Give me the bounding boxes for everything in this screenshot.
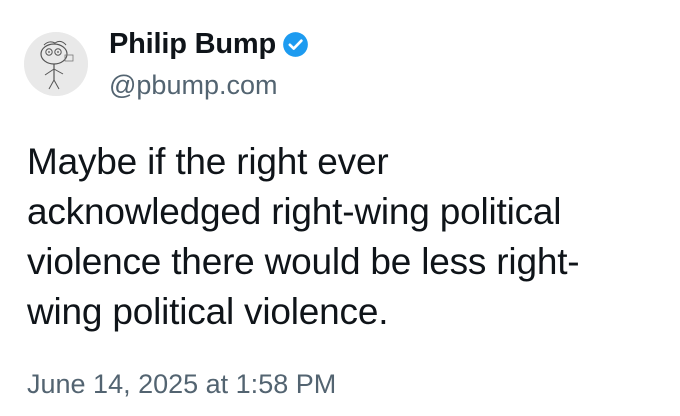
verified-badge-icon — [282, 31, 309, 58]
post-text-line: acknowledged right-wing political — [27, 191, 562, 232]
author-display-name[interactable]: Philip Bump — [109, 28, 276, 61]
author-handle[interactable]: @pbump.com — [109, 70, 277, 101]
post-text-line: Maybe if the right ever — [27, 141, 389, 182]
post-timestamp[interactable]: June 14, 2025 at 1:58 PM — [27, 369, 336, 400]
post-text: Maybe if the right ever acknowledged rig… — [27, 137, 647, 337]
post-card: Philip Bump @pbump.com Maybe if the righ… — [0, 0, 680, 416]
author-name-row[interactable]: Philip Bump — [109, 24, 309, 64]
cartoon-avatar-icon — [24, 32, 88, 96]
avatar[interactable] — [24, 32, 88, 96]
post-text-line: violence there would be less right- — [27, 241, 580, 282]
post-text-line: wing political violence. — [27, 291, 389, 332]
